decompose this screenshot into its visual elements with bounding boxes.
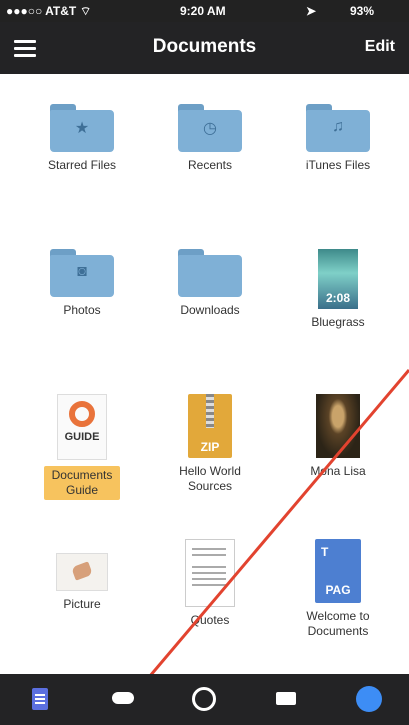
location-icon: ➤	[306, 4, 317, 18]
text-document-thumbnail	[185, 539, 235, 607]
camera-folder-icon: ◙	[50, 249, 114, 297]
item-label: Hello World Sources	[179, 464, 241, 493]
pages-letter: T	[321, 545, 329, 559]
edit-button[interactable]: Edit	[365, 38, 395, 56]
music-folder-icon: ♫	[306, 104, 370, 152]
item-recents[interactable]: ◷ Recents	[150, 104, 270, 173]
tab-cart[interactable]	[246, 674, 326, 725]
item-label: Quotes	[190, 613, 230, 627]
zipper-icon	[206, 394, 214, 428]
pages-badge: PAG	[325, 583, 351, 597]
item-label: Recents	[187, 158, 233, 172]
video-duration: 2:08	[325, 291, 351, 305]
documents-tab-icon	[32, 688, 48, 710]
lifebuoy-icon	[69, 401, 95, 427]
cart-tab-icon	[276, 692, 296, 705]
item-label: iTunes Files	[305, 158, 371, 172]
item-bluegrass[interactable]: 2:08 Bluegrass	[278, 249, 398, 330]
battery-level: 93%	[350, 4, 375, 18]
item-downloads[interactable]: Downloads	[150, 249, 270, 318]
compass-tab-icon	[356, 686, 382, 712]
wifi-tab-icon	[192, 687, 216, 711]
clock-folder-icon: ◷	[178, 104, 242, 152]
page-title: Documents	[152, 36, 257, 57]
picture-thumbnail	[56, 553, 108, 591]
zip-badge: ZIP	[200, 440, 220, 454]
documents-grid: ★ Starred Files ◷ Recents ♫ iTunes Files…	[0, 74, 409, 674]
item-label: Downloads	[180, 303, 240, 317]
navigation-bar: Documents Edit	[0, 22, 409, 74]
item-itunes-files[interactable]: ♫ iTunes Files	[278, 104, 398, 173]
carrier: ●●●○○ AT&T	[6, 4, 77, 18]
item-photos[interactable]: ◙ Photos	[22, 249, 142, 318]
item-label: Starred Files	[47, 158, 117, 172]
star-folder-icon: ★	[50, 104, 114, 152]
item-picture[interactable]: Picture	[22, 539, 142, 612]
zip-file-icon: ZIP	[188, 394, 232, 458]
tab-documents[interactable]	[0, 674, 80, 725]
folder-icon	[178, 249, 242, 297]
wifi-icon: ⌔	[80, 4, 92, 18]
image-thumbnail	[316, 394, 360, 458]
guide-badge: GUIDE	[64, 431, 100, 443]
item-label: Bluegrass	[311, 315, 365, 329]
video-thumbnail: 2:08	[318, 249, 358, 309]
text-lines	[192, 548, 226, 550]
pages-document-icon: T PAG	[315, 539, 361, 603]
hand-icon	[71, 561, 93, 581]
guide-document-icon: GUIDE	[57, 394, 107, 460]
item-welcome-to-documents[interactable]: T PAG Welcome to Documents	[278, 539, 398, 639]
item-label: Welcome to Documents	[306, 609, 370, 638]
status-bar: ●●●○○ AT&T ⌔ 9:20 AM ➤ 93%	[0, 0, 409, 22]
tab-wifi[interactable]	[164, 674, 244, 725]
item-quotes[interactable]: Quotes	[150, 539, 270, 628]
item-mona-lisa[interactable]: Mona Lisa	[278, 394, 398, 479]
item-label: Photos	[63, 303, 101, 317]
item-label: Documents Guide	[44, 466, 120, 500]
tab-cloud[interactable]	[82, 674, 162, 725]
item-starred-files[interactable]: ★ Starred Files	[22, 104, 142, 173]
item-label: Picture	[63, 597, 101, 611]
cloud-tab-icon	[112, 692, 134, 704]
item-documents-guide[interactable]: GUIDE Documents Guide	[22, 394, 142, 500]
item-hello-world-sources[interactable]: ZIP Hello World Sources	[150, 394, 270, 494]
clock: 9:20 AM	[180, 4, 226, 18]
item-label: Mona Lisa	[310, 464, 366, 478]
tab-browser[interactable]	[328, 674, 408, 725]
tab-bar	[0, 674, 409, 725]
